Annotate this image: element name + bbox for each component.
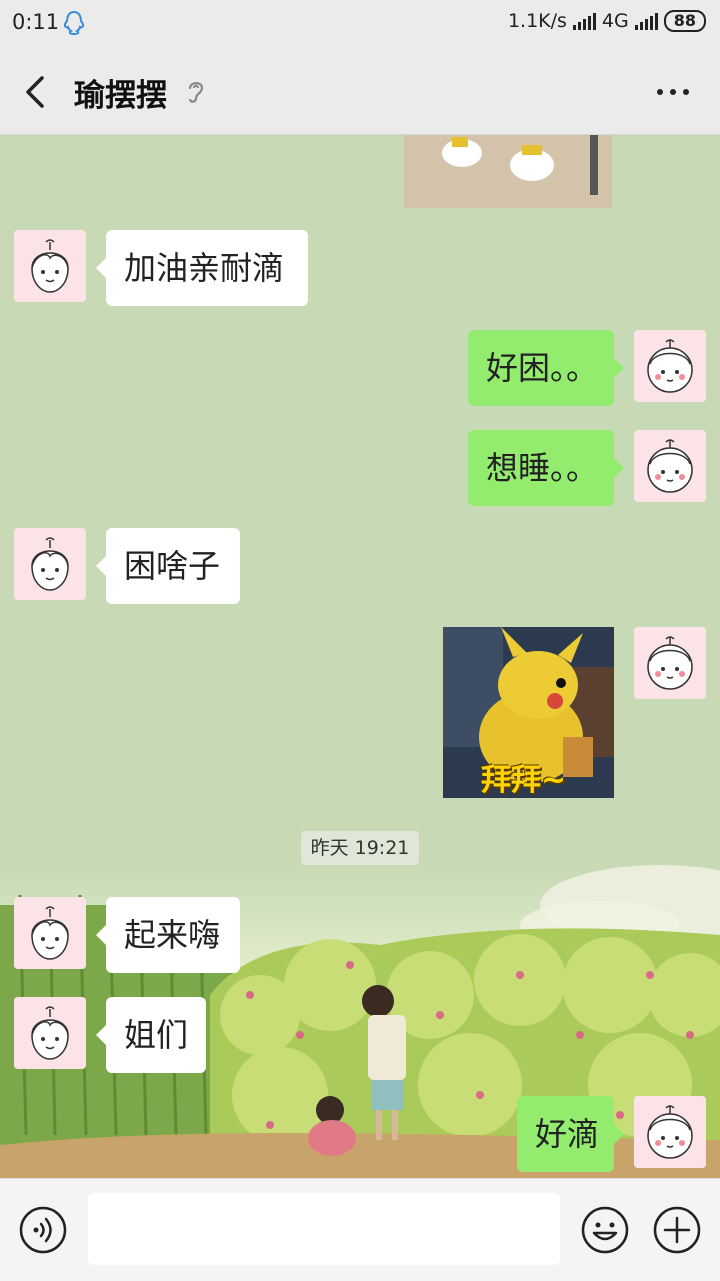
signal-icon-2 — [634, 12, 658, 30]
girl-avatar-icon — [14, 528, 86, 600]
avatar-self[interactable] — [634, 1096, 706, 1168]
message-bubble[interactable]: 姐们 — [96, 997, 206, 1073]
avatar-friend[interactable] — [14, 897, 86, 969]
message-bubble[interactable]: 起来嗨 — [96, 897, 240, 973]
ear-icon — [186, 78, 206, 110]
image-message-top[interactable] — [404, 135, 612, 208]
more-icon[interactable] — [652, 74, 694, 110]
network-type: 4G — [601, 10, 629, 32]
chat-area[interactable]: 加油亲耐滴 好困。。 想睡。。 困啥子 拜拜~ 昨天 19:21 起来嗨 姐们 … — [0, 135, 720, 1178]
boy-avatar-icon — [634, 1096, 706, 1168]
signal-icon — [572, 12, 596, 30]
qq-icon — [62, 10, 86, 40]
girl-avatar-icon — [14, 897, 86, 969]
avatar-self[interactable] — [634, 627, 706, 699]
input-bar — [0, 1178, 720, 1281]
message-bubble[interactable]: 加油亲耐滴 — [96, 230, 308, 306]
time-divider: 昨天 19:21 — [301, 831, 419, 865]
boy-avatar-icon — [634, 330, 706, 402]
avatar-self[interactable] — [634, 430, 706, 502]
battery-icon: 88 — [663, 10, 706, 32]
girl-avatar-icon — [14, 997, 86, 1069]
plus-icon[interactable] — [652, 1205, 702, 1259]
pikachu-image-message[interactable]: 拜拜~ — [443, 627, 614, 798]
boy-avatar-icon — [634, 430, 706, 502]
avatar-friend[interactable] — [14, 997, 86, 1069]
message-bubble[interactable]: 想睡。。 — [468, 430, 624, 506]
emoji-icon[interactable] — [580, 1205, 630, 1259]
status-time: 0:11 — [12, 10, 60, 34]
avatar-friend[interactable] — [14, 528, 86, 600]
message-bubble[interactable]: 困啥子 — [96, 528, 240, 604]
net-speed: 1.1K/s — [507, 10, 567, 32]
avatar-friend[interactable] — [14, 230, 86, 302]
status-bar: 0:11 1.1K/s 4G 88 — [0, 0, 720, 48]
message-bubble[interactable]: 好滴 — [517, 1096, 624, 1172]
message-input[interactable] — [88, 1193, 560, 1265]
girl-avatar-icon — [14, 230, 86, 302]
message-bubble[interactable]: 好困。。 — [468, 330, 624, 406]
sticker-caption: 拜拜~ — [481, 763, 567, 798]
chat-title[interactable]: 瑜摆摆 — [74, 70, 167, 115]
avatar-self[interactable] — [634, 330, 706, 402]
boy-avatar-icon — [634, 627, 706, 699]
voice-icon[interactable] — [18, 1205, 68, 1259]
back-icon[interactable] — [20, 72, 54, 112]
chat-header: 瑜摆摆 — [0, 48, 720, 135]
